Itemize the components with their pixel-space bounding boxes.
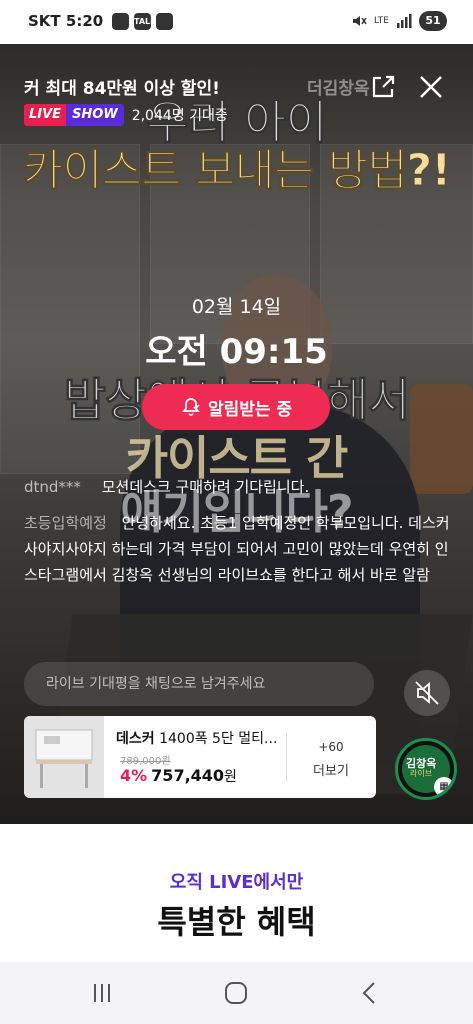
host-sub: 라이브 [410,769,433,778]
mute-status-icon [353,16,367,26]
more-products-button[interactable]: 더보기 [286,760,376,779]
alarm-label: 알림받는 중 [207,399,293,420]
chat-message: 초등입학예정 안녕하세요. 초등1 입학예정인 학부모입니다. 데스커 사야지사… [24,510,454,588]
chat-username: 초등입학예정 [24,514,107,532]
live-date: 02월 14일 [191,296,282,318]
close-button[interactable] [416,72,446,102]
host-channel-label: 더김창옥 [307,79,370,99]
live-label: LIVE [24,104,67,126]
recent-apps-button[interactable] [88,980,116,1006]
back-icon [362,982,375,1004]
app-notification-icon [156,13,173,30]
carrier-time: SKT 5:20 [28,12,104,30]
product-original-price: 789,000원 [120,756,171,767]
host-avatar[interactable]: 김창옥 라이브 ▦ [395,738,457,800]
product-card[interactable]: 데스커 1400폭 5단 멀티... 789,000원 4% 757,440원 +… [24,716,376,798]
promo-subtitle: 오직 LIVE에서만 [169,872,304,893]
live-video[interactable]: 우리 아이 카이스트 보내는 방법?! 밥상에서 공부해서 카이스트 간 얘기입… [0,44,473,824]
chat-message: dtnd*** 모션데스크 구매하려 기다립니다. [24,476,309,497]
product-price: 4% 757,440원 [120,766,237,786]
product-currency: 원 [224,769,237,785]
live-time: 오전 09:15 [145,332,328,372]
more-products-count: +60 [318,740,344,754]
home-icon [225,982,247,1004]
product-discount: 4% [120,766,148,785]
viewer-count: 2,044명 기대중 [131,108,228,124]
bell-check-icon [182,398,200,416]
desk-product-icon [35,729,93,788]
product-brand: 데스커 [116,731,155,747]
mute-button[interactable] [404,670,450,716]
share-button[interactable] [368,72,398,102]
chat-text: 모션데스크 구매하려 기다립니다. [101,478,310,496]
home-button[interactable] [222,980,250,1006]
promo-title: 특별한 혜택 [157,903,316,941]
signal-icon [397,14,412,28]
share-icon [372,75,395,98]
shop-icon: ▦ [434,777,454,797]
battery-icon: 51 [419,11,447,31]
overlay-caption: 카이스트 보내는 방법?! [22,145,452,197]
show-label: SHOW [66,104,124,126]
chat-username: dtnd*** [24,478,81,496]
live-show-badge: LIVE SHOW [24,104,124,126]
product-title: 1400폭 5단 멀티... [159,731,278,747]
product-image [24,716,104,798]
system-nav-bar [0,962,473,1024]
alarm-button[interactable]: 알림받는 중 [142,384,330,430]
close-icon [420,76,442,98]
talk-icon: TALK [134,13,156,30]
status-bar: SKT 5:20 TALK LTE 51 [0,0,473,44]
recent-apps-icon [94,984,110,1002]
system-icons: LTE 51 [351,11,447,31]
app-screen: SKT 5:20 TALK LTE 51 우리 아이 카이스트 보내는 방법?!… [0,0,473,1024]
speaker-muted-icon [415,681,439,705]
live-status-row: LIVE SHOW 2,044명 기대중 [24,104,228,126]
product-name: 데스커 1400폭 5단 멀티... [116,728,277,748]
promo-banner: 커 최대 84만원 이상 할인! [24,79,220,99]
network-type: LTE [374,16,389,26]
notification-icons: TALK [112,13,173,30]
notification-icon [112,13,129,30]
product-sale-price: 757,440 [151,766,225,785]
chat-input[interactable]: 라이브 기대평을 채팅으로 남겨주세요 [24,662,374,706]
back-button[interactable] [356,980,384,1006]
